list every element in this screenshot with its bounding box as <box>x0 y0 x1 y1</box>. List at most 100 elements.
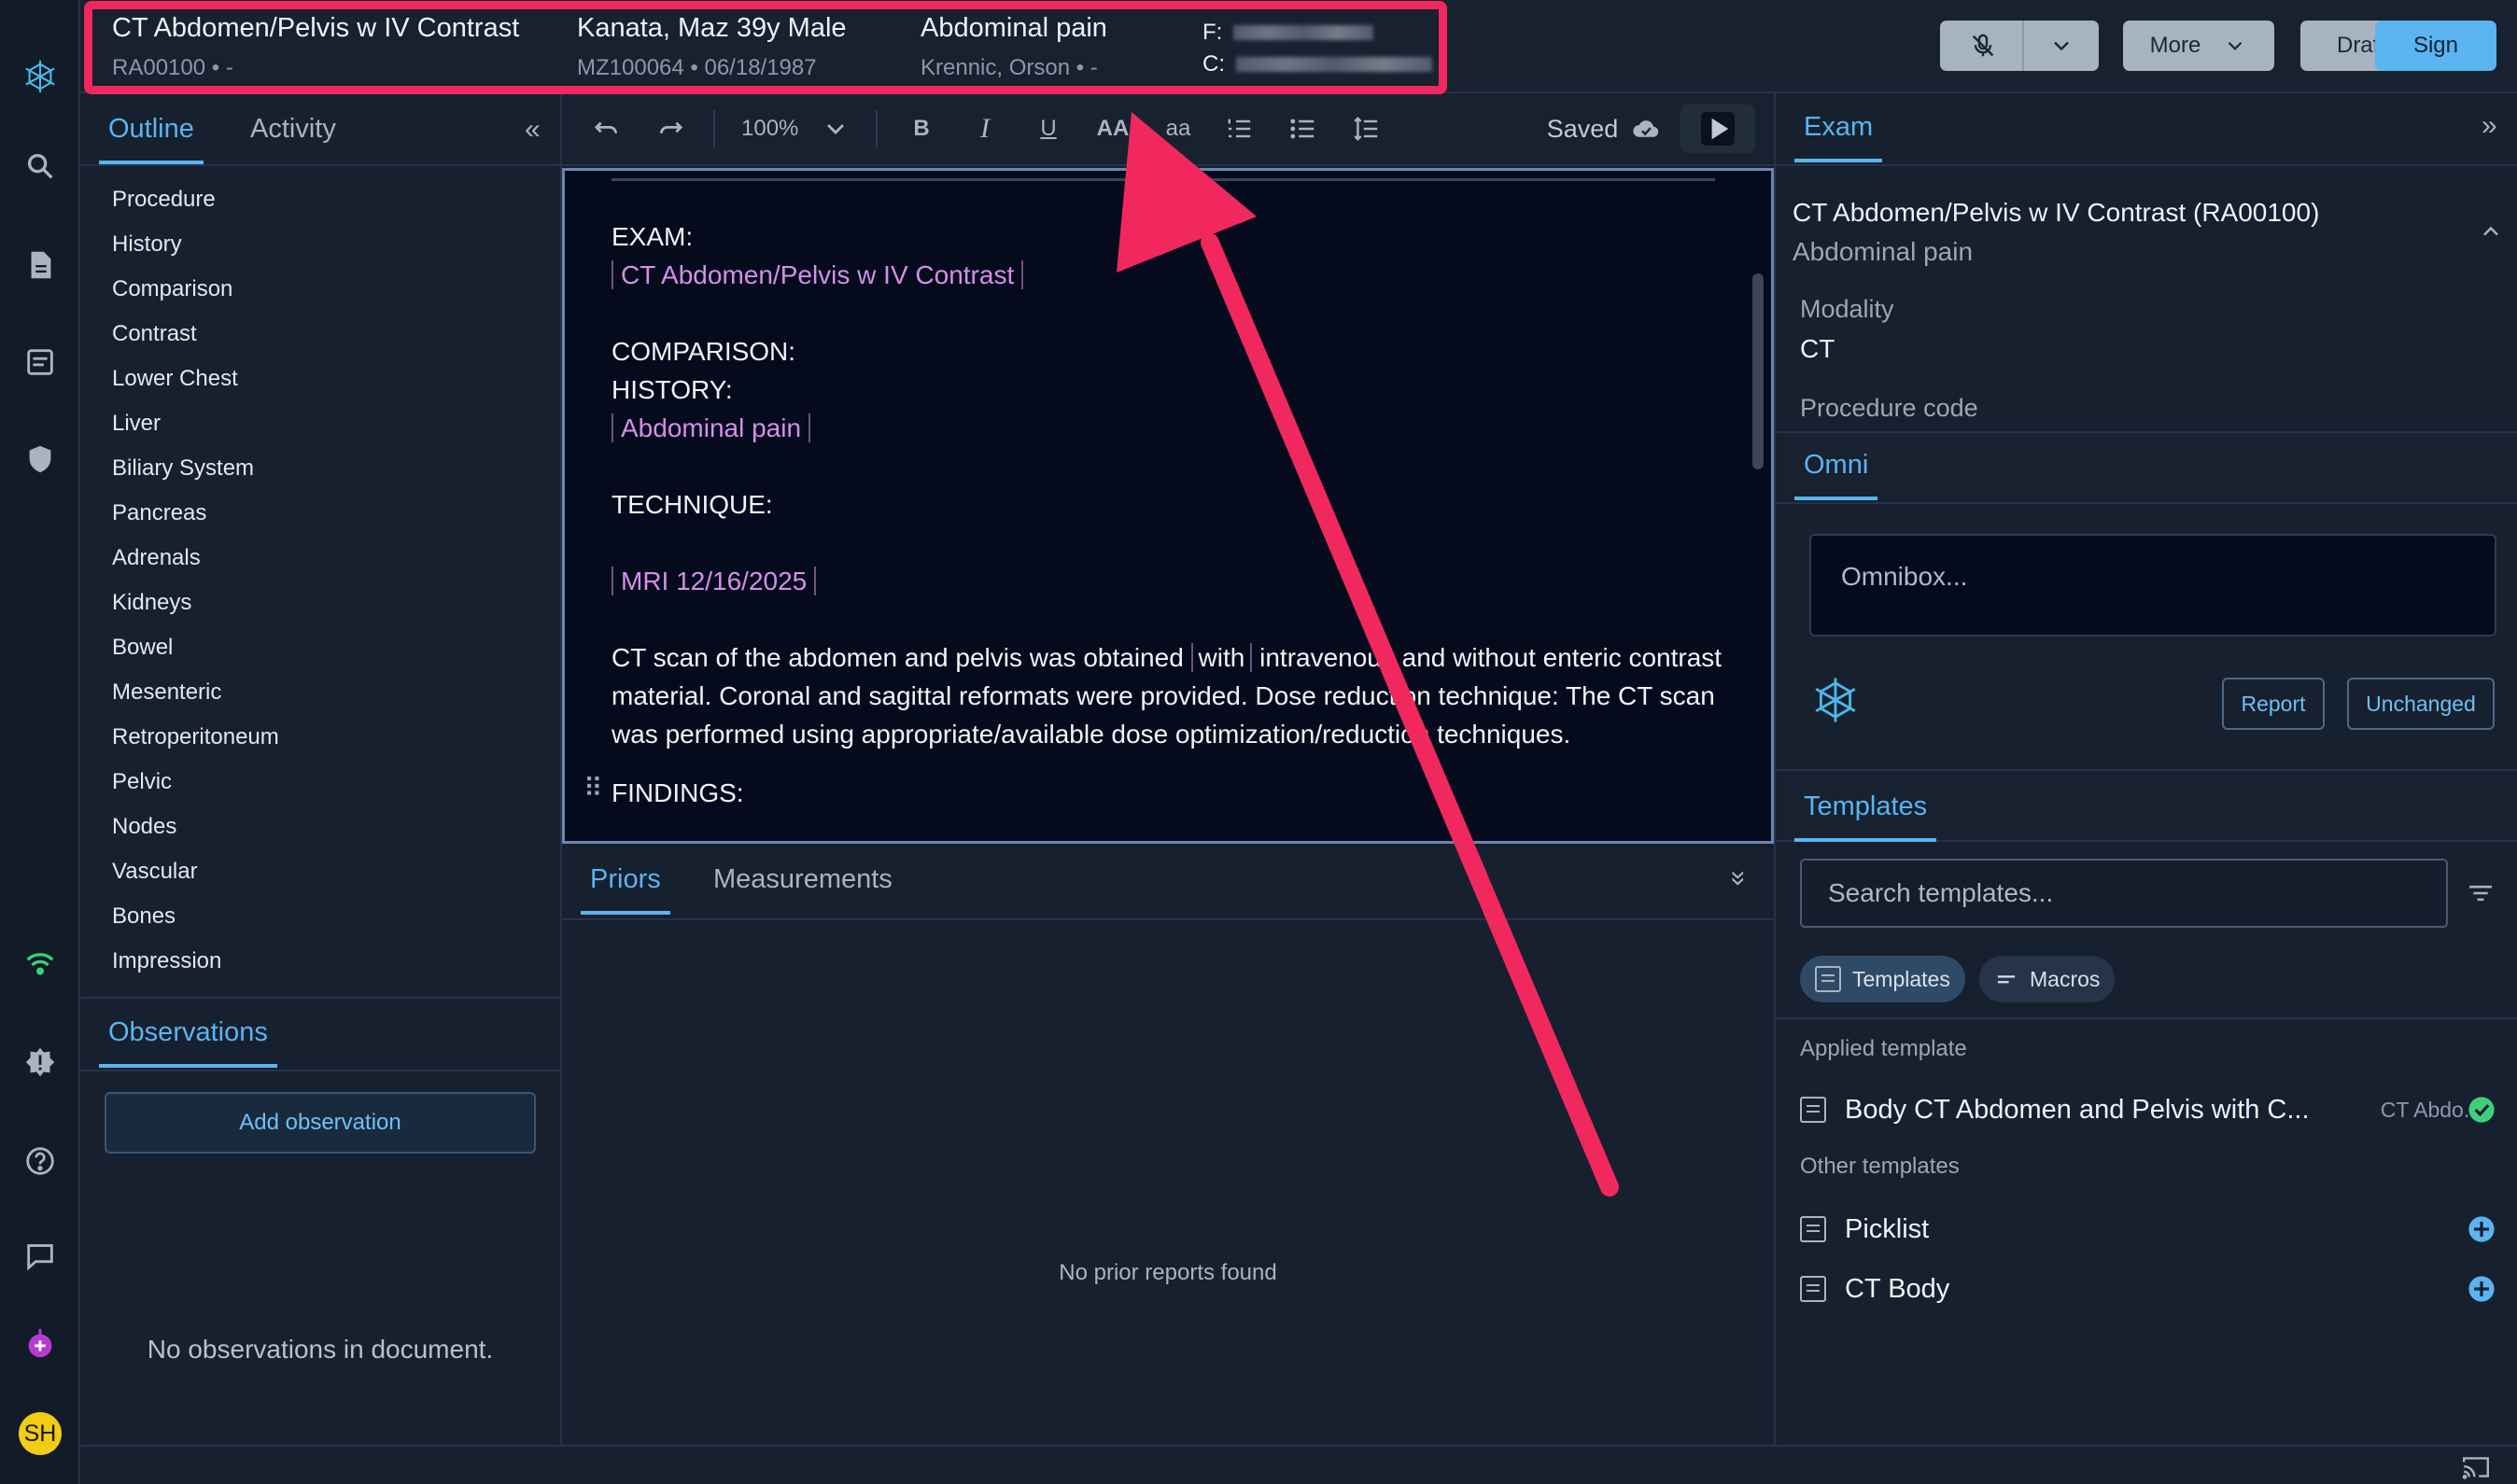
unchanged-button[interactable]: Unchanged <box>2347 678 2495 730</box>
exam-title: CT Abdomen/Pelvis w IV Contrast <box>112 13 520 43</box>
outline-item[interactable]: Contrast <box>112 312 560 357</box>
other-templates-label: Other templates <box>1800 1154 1960 1179</box>
tab-observations[interactable]: Observations <box>99 1017 277 1068</box>
add-circle-icon[interactable] <box>2467 1274 2496 1304</box>
fc-fields: F: C: <box>1202 17 1432 80</box>
editor-scrollbar[interactable] <box>1752 273 1764 469</box>
outline-item[interactable]: Kidneys <box>112 581 560 625</box>
exam-placeholder-field[interactable]: CT Abdomen/Pelvis w IV Contrast <box>612 260 1024 289</box>
report-button[interactable]: Report <box>2222 678 2325 730</box>
collapse-left-icon[interactable]: « <box>525 114 541 146</box>
templates-filter-chip[interactable]: Templates <box>1800 956 1965 1002</box>
help-icon[interactable] <box>18 1139 63 1183</box>
status-bar <box>80 1445 2517 1484</box>
play-button[interactable] <box>1680 105 1755 153</box>
priors-empty-text: No prior reports found <box>1059 1260 1277 1285</box>
lowercase-button[interactable]: aa <box>1160 110 1197 147</box>
alert-badge-icon[interactable] <box>18 1040 63 1085</box>
document-icon[interactable] <box>18 243 63 287</box>
outline-item[interactable]: Retroperitoneum <box>112 715 560 760</box>
outline-item[interactable]: Adrenals <box>112 536 560 581</box>
outline-item[interactable]: Bones <box>112 894 560 939</box>
add-circle-icon[interactable] <box>2467 1214 2496 1244</box>
uppercase-button[interactable]: AA <box>1094 110 1132 147</box>
search-templates-input[interactable]: Search templates... <box>1800 859 2448 928</box>
chip-label: Macros <box>2030 966 2101 991</box>
numbered-list-icon[interactable] <box>1223 110 1257 147</box>
f-label: F: <box>1202 20 1223 45</box>
mic-mute-button[interactable] <box>1940 21 2026 71</box>
play-icon <box>1701 112 1735 146</box>
redo-icon[interactable] <box>652 110 689 147</box>
outline-item[interactable]: Pancreas <box>112 491 560 536</box>
chevron-down-icon <box>827 124 845 134</box>
outline-item[interactable]: Vascular <box>112 849 560 894</box>
templates-section-header: Templates <box>1776 769 2517 842</box>
findings-heading: FINDINGS: <box>612 778 744 807</box>
tab-activity[interactable]: Activity <box>250 114 336 145</box>
filter-icon[interactable] <box>2465 877 2496 909</box>
cast-icon[interactable] <box>2461 1454 2491 1480</box>
health-apple-icon[interactable] <box>18 1322 63 1366</box>
exam-summary[interactable]: CT Abdomen/Pelvis w IV Contrast RA00100 … <box>112 13 519 81</box>
exam-details-title: CT Abdomen/Pelvis w IV Contrast (RA00100… <box>1793 198 2320 227</box>
chevron-up-icon[interactable] <box>2478 218 2504 245</box>
chat-icon[interactable] <box>18 1234 63 1279</box>
outline-list: Procedure History Comparison Contrast Lo… <box>80 166 560 984</box>
exam-accession: RA00100 • - <box>112 55 233 80</box>
outline-item[interactable]: Bowel <box>112 625 560 670</box>
template-name: CT Body <box>1845 1273 1950 1304</box>
outline-item[interactable]: History <box>112 222 560 267</box>
worklist-icon[interactable] <box>18 340 63 385</box>
search-icon[interactable] <box>18 144 63 189</box>
add-observation-button[interactable]: Add observation <box>105 1092 536 1154</box>
report-document[interactable]: EXAM: CT Abdomen/Pelvis w IV Contrast CO… <box>612 217 1732 812</box>
outline-item[interactable]: Mesenteric <box>112 670 560 715</box>
app-logo-icon[interactable] <box>18 54 63 99</box>
outline-item[interactable]: Comparison <box>112 267 560 312</box>
underline-button[interactable]: U <box>1034 110 1062 147</box>
undo-icon[interactable] <box>588 110 626 147</box>
outline-item[interactable]: Procedure <box>112 177 560 222</box>
tab-outline[interactable]: Outline <box>99 114 204 164</box>
outline-item[interactable]: Nodes <box>112 805 560 849</box>
bullet-list-icon[interactable] <box>1287 110 1320 147</box>
collapse-bottom-icon[interactable]: » <box>1723 871 1754 887</box>
mic-dropdown-button[interactable] <box>2022 21 2099 71</box>
report-editor[interactable]: EXAM: CT Abdomen/Pelvis w IV Contrast CO… <box>562 168 1774 844</box>
tab-omni[interactable]: Omni <box>1793 450 1878 500</box>
tab-exam[interactable]: Exam <box>1793 112 1883 162</box>
outline-item[interactable]: Biliary System <box>112 446 560 491</box>
bold-button[interactable]: B <box>907 110 935 147</box>
cloud-check-icon <box>1633 120 1659 137</box>
collapse-right-icon[interactable]: » <box>2482 110 2497 142</box>
template-row[interactable]: CT Body <box>1800 1266 2496 1312</box>
technique-placeholder-field[interactable]: MRI 12/16/2025 <box>612 567 817 595</box>
redacted-value <box>1233 25 1374 40</box>
italic-button[interactable]: I <box>971 110 999 147</box>
outline-item[interactable]: Liver <box>112 401 560 446</box>
top-bar: CT Abdomen/Pelvis w IV Contrast RA00100 … <box>80 0 2517 93</box>
zoom-select[interactable]: 100% <box>741 110 851 147</box>
outline-item[interactable]: Impression <box>112 939 560 984</box>
check-circle-icon <box>2468 1097 2495 1123</box>
outline-item[interactable]: Lower Chest <box>112 357 560 401</box>
macros-filter-chip[interactable]: Macros <box>1979 956 2116 1002</box>
sign-button[interactable]: Sign <box>2375 21 2496 71</box>
more-button[interactable]: More <box>2123 21 2274 71</box>
tab-priors[interactable]: Priors <box>581 864 670 915</box>
outline-item[interactable]: Pelvic <box>112 760 560 805</box>
history-placeholder-field[interactable]: Abdominal pain <box>612 413 811 442</box>
applied-template-row[interactable]: Body CT Abdomen and Pelvis with C... CT … <box>1800 1086 2496 1133</box>
tab-templates[interactable]: Templates <box>1793 791 1937 842</box>
template-row[interactable]: Picklist <box>1800 1206 2496 1253</box>
patient-summary[interactable]: Kanata, Maz 39y Male MZ100064 • 06/18/19… <box>577 13 847 81</box>
shield-icon[interactable] <box>18 437 63 482</box>
line-spacing-icon[interactable] <box>1350 110 1384 147</box>
omnibox-input[interactable]: Omnibox... <box>1809 534 2496 637</box>
drag-handle-icon[interactable]: ⠿ <box>584 773 603 804</box>
reason-summary: Abdominal pain Krennic, Orson • - <box>921 13 1107 81</box>
with-placeholder-field[interactable]: with <box>1190 643 1253 672</box>
avatar[interactable]: SH <box>18 1411 63 1456</box>
tab-measurements[interactable]: Measurements <box>713 864 893 895</box>
